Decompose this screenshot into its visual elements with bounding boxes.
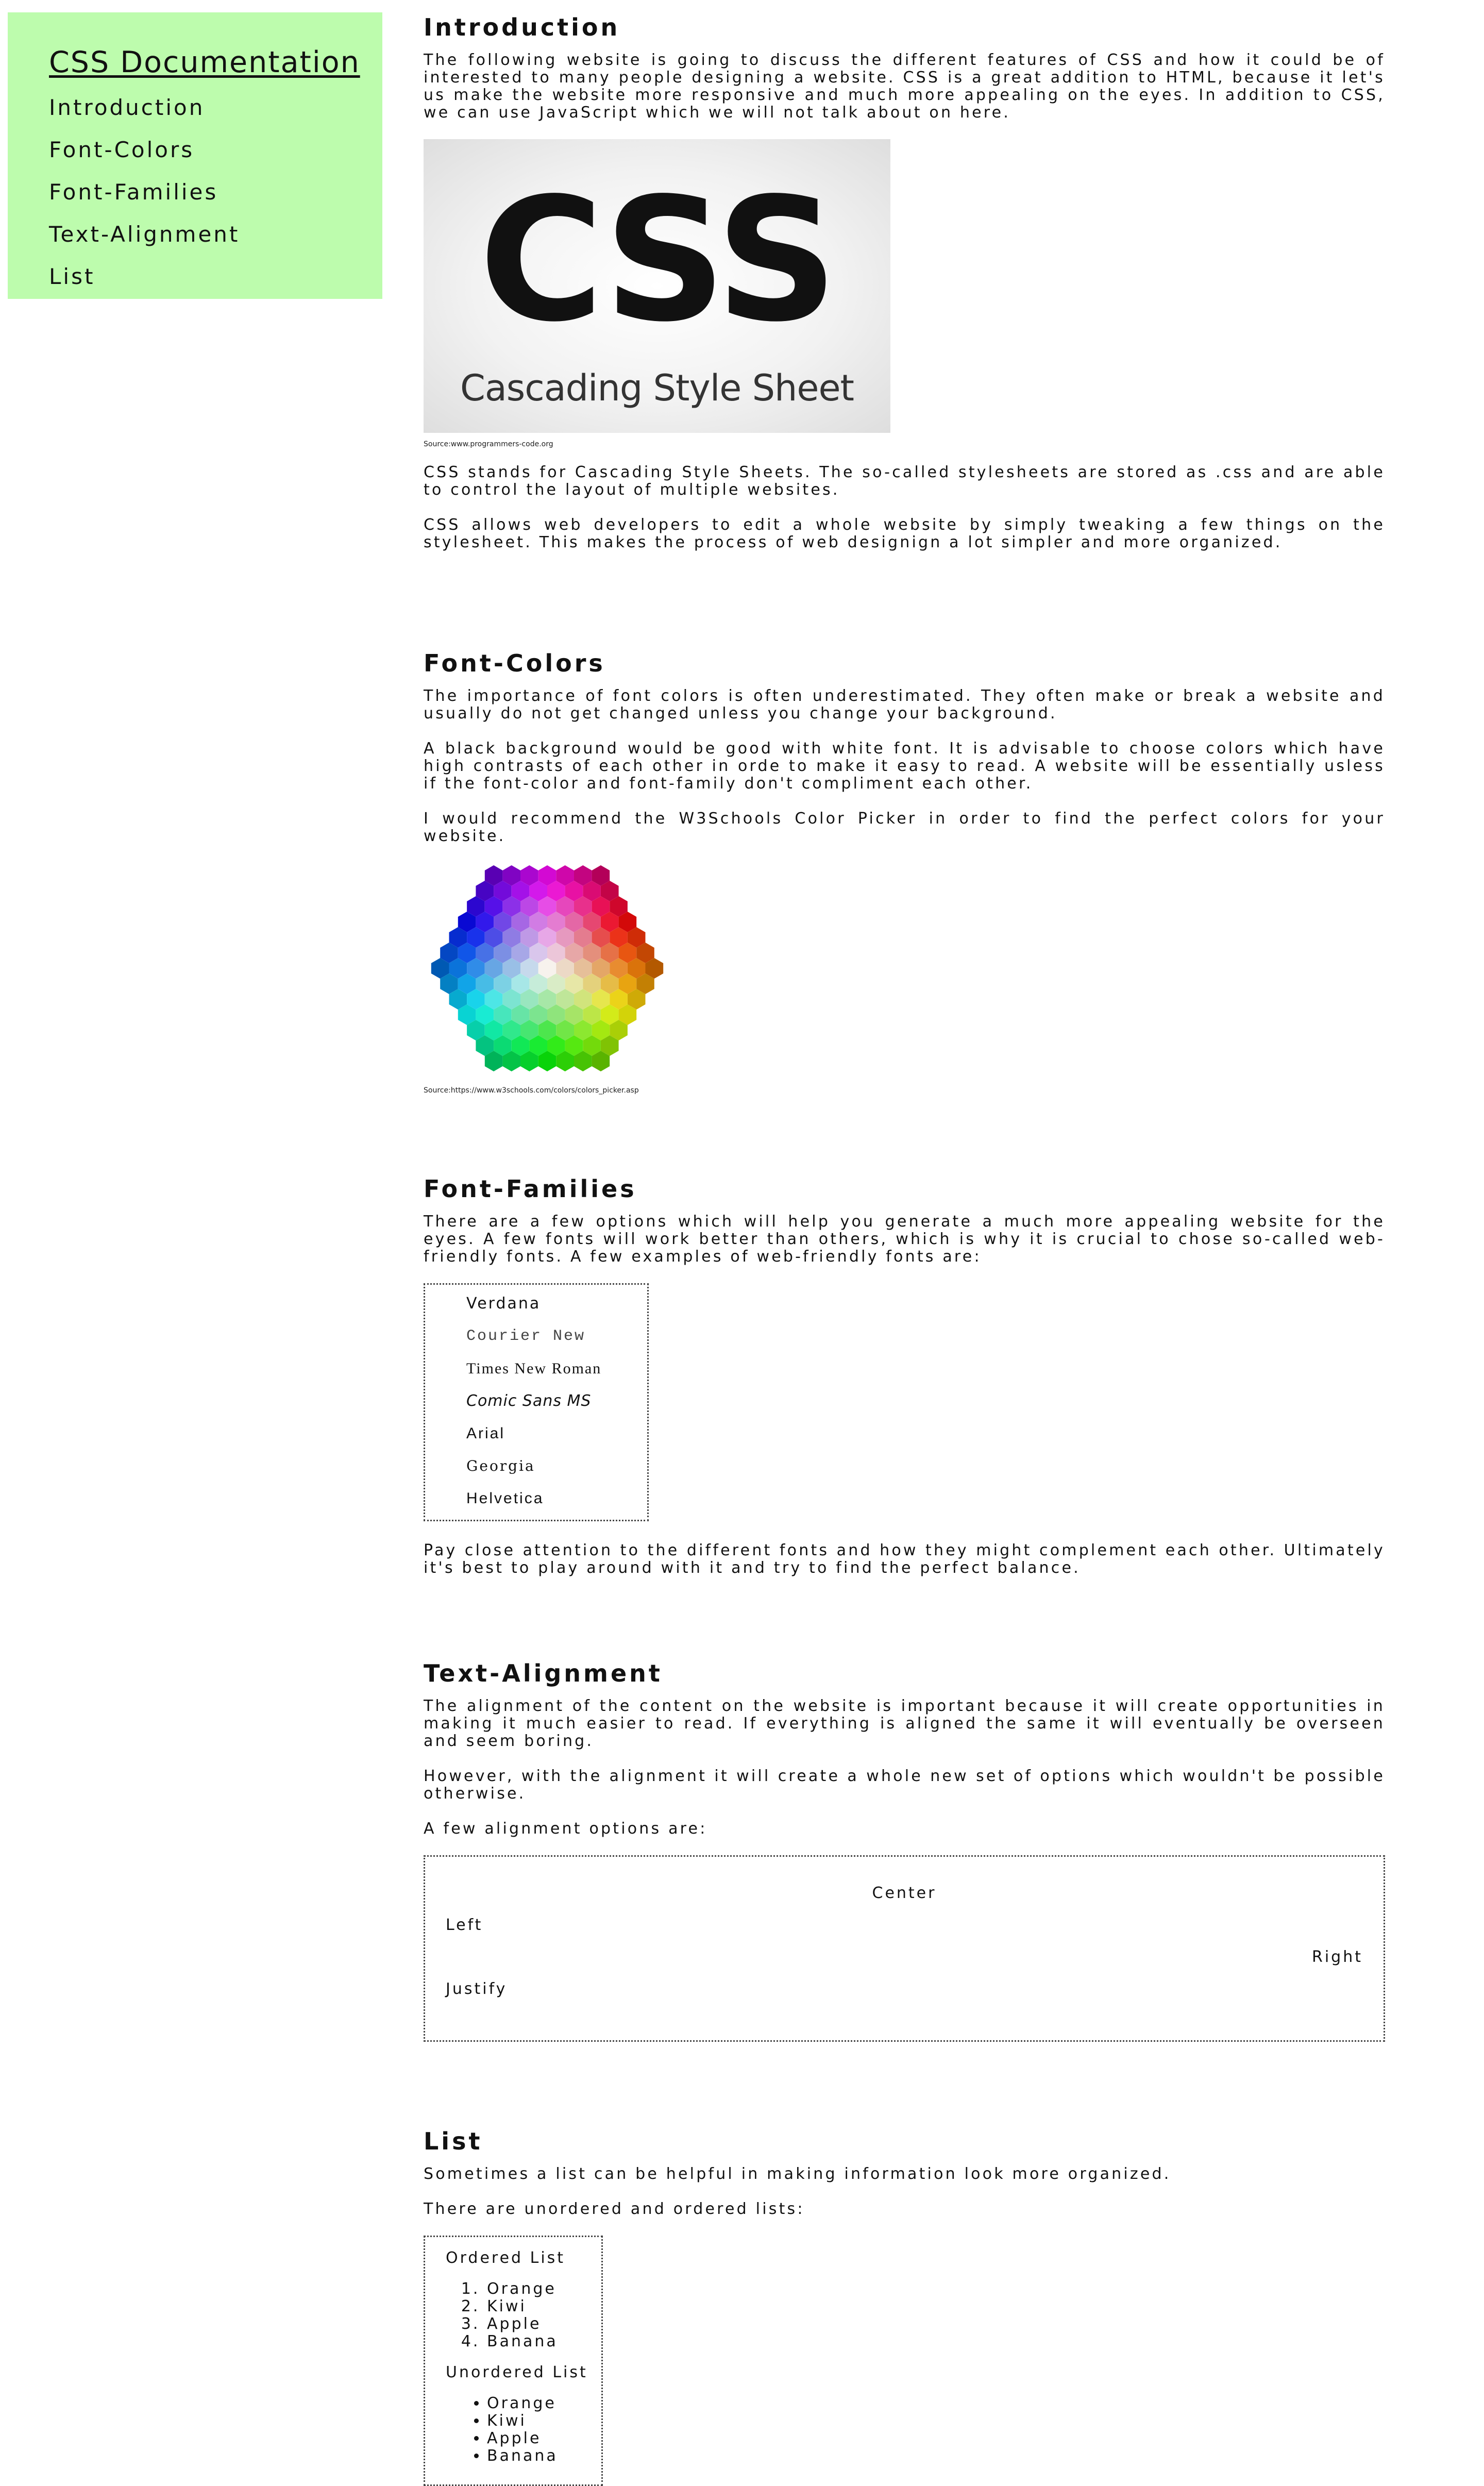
ordered-list-heading: Ordered List — [446, 2249, 566, 2267]
image-caption: Source:www.programmers-code.org — [424, 440, 553, 448]
list-item: Banana — [487, 2447, 601, 2465]
css-logo-image: CSS Cascading Style Sheet — [424, 139, 890, 433]
navbar: CSS Documentation Introduction Font-Colo… — [8, 12, 382, 299]
list-item: Apple — [487, 2315, 601, 2333]
paragraph: Sometimes a list can be helpful in makin… — [424, 2165, 1171, 2183]
list-item: Apple — [487, 2430, 601, 2447]
font-example-helvetica: Helvetica — [466, 1490, 544, 1507]
list-item: Kiwi — [487, 2412, 601, 2430]
font-example-times: Times New Roman — [466, 1360, 602, 1377]
paragraph: CSS stands for Cascading Style Sheets. T… — [424, 463, 1385, 499]
paragraph: A few alignment options are: — [424, 1820, 707, 1838]
alignment-examples-box: Center Left Right Justify — [424, 1855, 1385, 2042]
nav-link-list[interactable]: List — [49, 265, 382, 289]
unordered-list: Orange Kiwi Apple Banana — [446, 2395, 601, 2465]
section-heading: Font-Colors — [424, 649, 605, 677]
paragraph: I would recommend the W3Schools Color Pi… — [424, 810, 1385, 845]
font-examples-box: Verdana Courier New Times New Roman Comi… — [424, 1283, 649, 1521]
section-heading: List — [424, 2127, 483, 2155]
section-font-families: Font-Families There are a few options wh… — [424, 1176, 1385, 1577]
image-caption: Source:https://www.w3schools.com/colors/… — [424, 1086, 639, 1095]
paragraph: The importance of font colors is often u… — [424, 687, 1385, 723]
section-font-colors: Font-Colors The importance of font color… — [424, 650, 1385, 1095]
nav-link-font-colors[interactable]: Font-Colors — [49, 138, 382, 162]
nav-link-text-alignment[interactable]: Text-Alignment — [49, 223, 382, 246]
paragraph: However, with the alignment it will crea… — [424, 1767, 1385, 1803]
section-text-alignment: Text-Alignment The alignment of the cont… — [424, 1660, 1385, 2042]
nav-link-font-families[interactable]: Font-Families — [49, 180, 382, 204]
align-right-example: Right — [1312, 1948, 1363, 1966]
paragraph: There are unordered and ordered lists: — [424, 2200, 805, 2218]
nav-title-link[interactable]: CSS Documentation — [49, 45, 382, 79]
main-content: Introduction The following website is go… — [424, 0, 1385, 2486]
logo-subtitle: Cascading Style Sheet — [460, 367, 854, 409]
font-example-courier: Courier New — [466, 1328, 586, 1345]
logo-text: CSS — [479, 161, 838, 359]
align-center-example: Center — [872, 1884, 937, 1902]
paragraph: Pay close attention to the different fon… — [424, 1541, 1385, 1577]
font-example-arial: Arial — [466, 1425, 505, 1442]
ordered-list: Orange Kiwi Apple Banana — [446, 2280, 601, 2350]
paragraph: The alignment of the content on the webs… — [424, 1697, 1385, 1750]
font-example-verdana: Verdana — [466, 1295, 541, 1313]
nav-link-introduction[interactable]: Introduction — [49, 96, 382, 120]
list-item: Kiwi — [487, 2298, 601, 2315]
section-introduction: Introduction The following website is go… — [424, 14, 1385, 551]
align-left-example: Left — [446, 1916, 483, 1934]
unordered-list-heading: Unordered List — [446, 2363, 588, 2381]
color-picker-image — [431, 865, 664, 1071]
paragraph: The following website is going to discus… — [424, 51, 1385, 122]
section-heading: Introduction — [424, 13, 620, 41]
list-item: Orange — [487, 2280, 601, 2298]
align-justify-example: Justify — [446, 1980, 508, 1998]
list-examples-box: Ordered List Orange Kiwi Apple Banana Un… — [424, 2236, 603, 2486]
section-list: List Sometimes a list can be helpful in … — [424, 2128, 1385, 2486]
font-example-comic-sans: Comic Sans MS — [466, 1392, 592, 1410]
paragraph: A black background would be good with wh… — [424, 740, 1385, 793]
paragraph: There are a few options which will help … — [424, 1213, 1385, 1266]
paragraph: CSS allows web developers to edit a whol… — [424, 516, 1385, 551]
section-heading: Font-Families — [424, 1175, 637, 1203]
section-heading: Text-Alignment — [424, 1659, 663, 1687]
font-example-georgia: Georgia — [466, 1457, 535, 1474]
list-item: Banana — [487, 2333, 601, 2350]
